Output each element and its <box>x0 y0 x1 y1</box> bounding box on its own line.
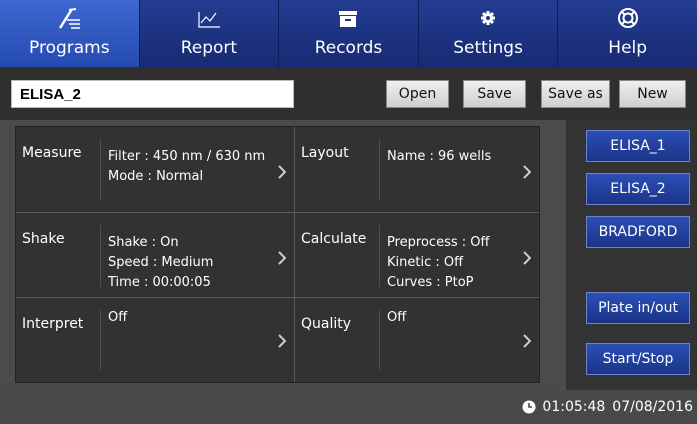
interpret-section[interactable]: Interpret Off <box>16 298 294 382</box>
calculate-preprocess-value: Preprocess : Off <box>387 235 490 250</box>
program-list-panel: ELISA_1 ELISA_2 BRADFORD Plate in/out St… <box>566 120 697 390</box>
tab-report[interactable]: Report <box>139 0 280 67</box>
program-name-input[interactable] <box>11 80 294 108</box>
tab-label: Programs <box>29 38 110 58</box>
save-button[interactable]: Save <box>463 80 526 108</box>
section-values: Shake : On Speed : Medium Time : 00:00:0… <box>108 233 213 293</box>
section-title: Quality <box>301 316 352 332</box>
calculate-kinetic-value: Kinetic : Off <box>387 255 464 270</box>
chevron-right-icon <box>278 251 286 265</box>
shake-state-value: Shake : On <box>108 235 179 250</box>
chevron-right-icon <box>523 251 531 265</box>
section-title: Layout <box>301 145 349 161</box>
tab-help[interactable]: Help <box>558 0 697 67</box>
shake-section[interactable]: Shake Shake : On Speed : Medium Time : 0… <box>16 213 294 297</box>
quality-value: Off <box>387 310 407 325</box>
section-title: Measure <box>22 145 82 161</box>
section-separator <box>100 310 101 370</box>
clock-icon <box>522 400 536 414</box>
program-button-bradford[interactable]: BRADFORD <box>586 216 690 248</box>
program-settings-grid: Measure Filter : 450 nm / 630 nm Mode : … <box>15 126 540 383</box>
section-values: Filter : 450 nm / 630 nm Mode : Normal <box>108 147 265 187</box>
section-values: Off <box>387 308 406 328</box>
section-separator <box>379 310 380 370</box>
chevron-right-icon <box>523 165 531 179</box>
shake-time-value: Time : 00:00:05 <box>108 275 211 290</box>
tab-label: Help <box>608 38 648 58</box>
section-separator <box>379 225 380 287</box>
open-button[interactable]: Open <box>386 80 449 108</box>
save-as-button[interactable]: Save as <box>541 80 610 108</box>
tab-label: Settings <box>453 38 523 58</box>
tab-label: Records <box>314 38 383 58</box>
chevron-right-icon <box>523 334 531 348</box>
measure-filter-value: Filter : 450 nm / 630 nm <box>108 149 266 164</box>
calculate-section[interactable]: Calculate Preprocess : Off Kinetic : Off… <box>295 213 539 297</box>
chevron-right-icon <box>278 165 286 179</box>
program-button-elisa-1[interactable]: ELISA_1 <box>586 130 690 162</box>
tab-settings[interactable]: Settings <box>418 0 559 67</box>
section-separator <box>379 139 380 201</box>
section-title: Shake <box>22 231 65 247</box>
settings-icon <box>419 6 558 30</box>
layout-name-value: Name : 96 wells <box>387 149 492 164</box>
tab-label: Report <box>180 38 238 58</box>
interpret-value: Off <box>108 310 128 325</box>
section-values: Name : 96 wells <box>387 147 491 167</box>
section-values: Preprocess : Off Kinetic : Off Curves : … <box>387 233 489 293</box>
section-values: Off <box>108 308 127 328</box>
section-separator <box>100 139 101 201</box>
program-toolbar: Open Save Save as New <box>0 67 697 120</box>
quality-section[interactable]: Quality Off <box>295 298 539 382</box>
section-title: Interpret <box>22 316 84 332</box>
report-icon <box>140 6 279 30</box>
help-icon <box>558 6 697 30</box>
section-separator <box>100 225 101 287</box>
tab-programs[interactable]: Programs <box>0 0 140 67</box>
chevron-right-icon <box>278 334 286 348</box>
clock: 01:05:48 07/08/2016 <box>522 399 693 415</box>
tab-records[interactable]: Records <box>279 0 419 67</box>
new-button[interactable]: New <box>619 80 686 108</box>
shake-speed-value: Speed : Medium <box>108 255 214 270</box>
records-icon <box>279 6 418 30</box>
measure-mode-value: Mode : Normal <box>108 169 204 184</box>
plate-in-out-button[interactable]: Plate in/out <box>586 292 690 324</box>
status-time: 01:05:48 <box>542 399 606 415</box>
status-bar: 01:05:48 07/08/2016 <box>0 390 697 424</box>
program-button-elisa-2[interactable]: ELISA_2 <box>586 173 690 205</box>
measure-section[interactable]: Measure Filter : 450 nm / 630 nm Mode : … <box>16 127 294 212</box>
start-stop-button[interactable]: Start/Stop <box>586 343 690 375</box>
main-nav: Programs Report Records Settings Help <box>0 0 697 67</box>
calculate-curves-value: Curves : PtoP <box>387 275 474 290</box>
programs-icon <box>0 6 139 30</box>
status-date: 07/08/2016 <box>612 399 693 415</box>
layout-section[interactable]: Layout Name : 96 wells <box>295 127 539 212</box>
section-title: Calculate <box>301 231 367 247</box>
